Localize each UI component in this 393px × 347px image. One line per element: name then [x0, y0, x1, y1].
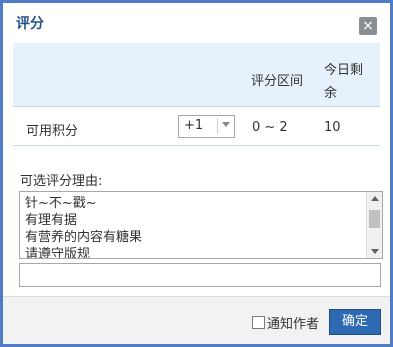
- dialog-title-bar: 评分 ×: [3, 3, 390, 43]
- scroll-down-icon[interactable]: [371, 249, 379, 254]
- close-icon: ×: [362, 18, 374, 34]
- dialog-footer: 通知作者 确定: [3, 296, 390, 344]
- listbox-scrollbar[interactable]: [366, 192, 382, 258]
- reason-option[interactable]: 有营养的内容有糖果: [25, 229, 142, 246]
- column-header-remaining-line1: 今日剩: [324, 63, 364, 78]
- available-points-label: 可用积分: [26, 124, 79, 139]
- column-header-range: 评分区间: [251, 74, 304, 89]
- notify-author-checkbox[interactable]: [252, 316, 265, 329]
- dialog-title: 评分: [16, 16, 44, 32]
- chevron-down-icon: [222, 122, 230, 127]
- notify-author-label[interactable]: 通知作者: [267, 313, 319, 332]
- confirm-button[interactable]: 确定: [329, 309, 381, 335]
- scroll-up-icon[interactable]: [371, 196, 379, 201]
- rating-dialog: 评分 × 评分区间 今日剩 余 可用积分 +1 0 ~ 2 10 可选评分理由:…: [0, 0, 393, 347]
- reason-option[interactable]: 有理有据: [25, 212, 77, 229]
- reason-option[interactable]: 请遵守版规: [25, 246, 90, 258]
- close-button[interactable]: ×: [359, 17, 377, 35]
- column-header-remaining-line2: 余: [324, 86, 338, 101]
- score-range-value: 0 ~ 2: [252, 120, 288, 135]
- reason-input[interactable]: [19, 263, 381, 287]
- reason-listbox[interactable]: 针~不~戳~ 有理有据 有营养的内容有糖果 请遵守版规: [19, 191, 383, 259]
- reason-option[interactable]: 针~不~戳~: [25, 195, 97, 212]
- score-select-value: +1: [184, 118, 204, 133]
- select-divider: [217, 118, 218, 134]
- row-divider: [13, 145, 380, 146]
- remaining-today-value: 10: [324, 120, 341, 135]
- scroll-thumb[interactable]: [369, 210, 380, 228]
- reason-label: 可选评分理由:: [20, 174, 103, 189]
- score-select[interactable]: +1: [178, 115, 235, 138]
